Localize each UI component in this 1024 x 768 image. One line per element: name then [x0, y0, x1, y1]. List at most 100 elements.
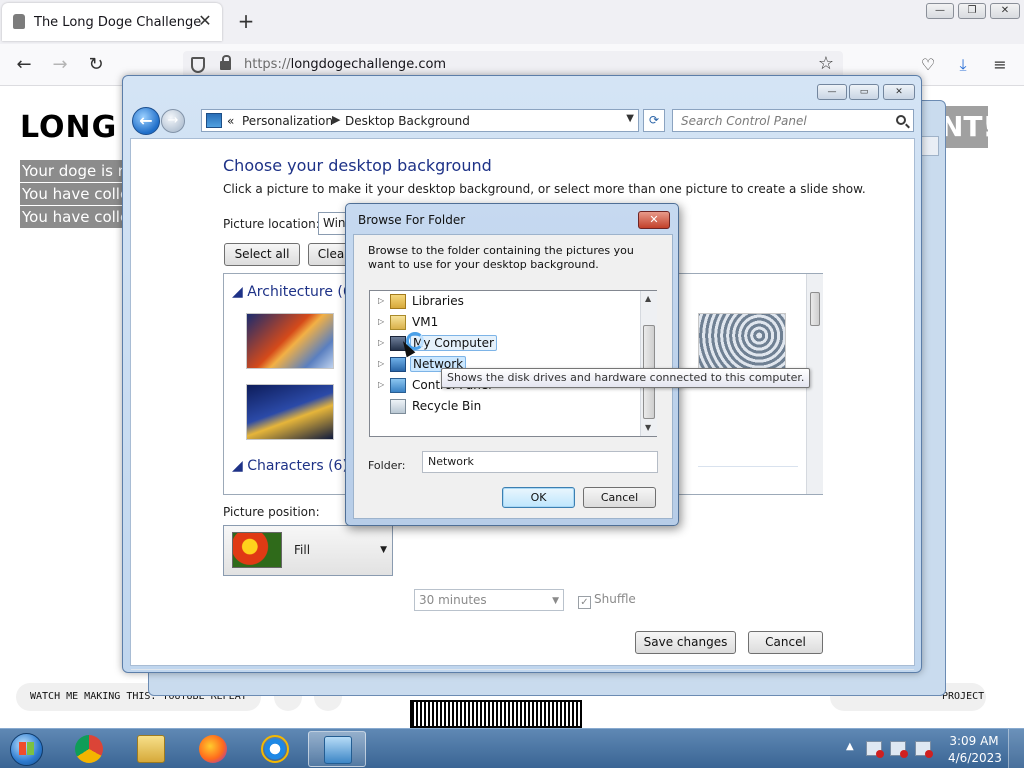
- thumbnail-architecture-2[interactable]: [246, 384, 334, 440]
- cp-cancel-button[interactable]: Cancel: [748, 631, 823, 654]
- action-center-icon[interactable]: [866, 741, 884, 758]
- cp-minimize-button[interactable]: —: [817, 84, 847, 100]
- background-window-search-icon: [919, 136, 939, 156]
- picture-list-scroll-thumb[interactable]: [810, 292, 820, 326]
- expand-arrow-icon[interactable]: ▷: [378, 296, 384, 305]
- group-architecture-expand-icon[interactable]: ◢: [232, 284, 247, 300]
- chevron-down-icon: ▼: [380, 545, 387, 555]
- cp-maximize-button[interactable]: ▭: [849, 84, 879, 100]
- breadcrumb-separator-icon[interactable]: ▶: [332, 113, 340, 126]
- group-characters-label: Characters (6): [247, 458, 348, 474]
- dialog-close-button[interactable]: ✕: [638, 211, 670, 229]
- tree-item-label: Libraries: [412, 294, 464, 308]
- expand-arrow-icon[interactable]: ▷: [378, 359, 384, 368]
- fill-preview-icon: [232, 532, 282, 568]
- breadcrumb-prefix[interactable]: «: [227, 114, 234, 128]
- taskbar-firefox[interactable]: [184, 731, 242, 767]
- picture-position-label: Picture position:: [223, 505, 320, 519]
- reload-button[interactable]: ↻: [84, 53, 108, 77]
- tree-item-label: VM1: [412, 315, 439, 329]
- tray-overflow-icon[interactable]: ▲: [846, 741, 854, 752]
- page-title: Choose your desktop background: [223, 156, 492, 175]
- browser-close-button[interactable]: ✕: [990, 3, 1020, 19]
- chevron-down-icon: ▼: [552, 596, 559, 606]
- new-tab-button[interactable]: +: [235, 10, 257, 32]
- control-panel-icon: [390, 378, 406, 393]
- thumbnail-architecture-1[interactable]: [246, 313, 334, 369]
- expand-arrow-icon[interactable]: ▷: [378, 338, 384, 347]
- breadcrumb-personalization[interactable]: Personalization: [242, 114, 333, 128]
- browser-restore-button[interactable]: ❐: [958, 3, 986, 19]
- folder-tree[interactable]: ▷ Libraries ▷ VM1 ▷ My Computer ▷ Networ…: [369, 290, 657, 437]
- volume-icon[interactable]: [915, 741, 933, 758]
- cp-address-bar[interactable]: « Personalization ▶ Desktop Background ▼: [201, 109, 639, 132]
- cp-close-button[interactable]: ✕: [883, 84, 915, 100]
- change-interval-select[interactable]: 30 minutes ▼: [414, 589, 564, 611]
- folder-tree-scrollbar[interactable]: ▲ ▼: [640, 291, 657, 436]
- pocket-icon[interactable]: ♡: [916, 53, 940, 77]
- libraries-icon: [390, 294, 406, 309]
- url-text[interactable]: https://longdogechallenge.com: [244, 57, 446, 72]
- address-dropdown-icon[interactable]: ▼: [626, 113, 634, 124]
- start-button[interactable]: [4, 730, 48, 768]
- tooltip: Shows the disk drives and hardware conne…: [441, 368, 811, 388]
- expand-arrow-icon[interactable]: ▷: [378, 317, 384, 326]
- clock-date[interactable]: 4/6/2023: [948, 751, 1002, 765]
- group-characters-expand-icon[interactable]: ◢: [232, 458, 247, 474]
- network-tray-icon[interactable]: [890, 741, 908, 758]
- footer-divider: [131, 669, 914, 670]
- menu-icon[interactable]: ≡: [988, 53, 1012, 77]
- cp-refresh-button[interactable]: ⟳: [643, 109, 665, 132]
- checkbox-check-icon[interactable]: ✓: [578, 596, 591, 609]
- downloads-icon[interactable]: ⤓: [951, 53, 975, 77]
- group-architecture[interactable]: ◢ Architecture (6): [232, 284, 357, 300]
- lock-icon[interactable]: [220, 55, 231, 70]
- page-line-collected-1: You have colle: [20, 183, 124, 205]
- folder-input[interactable]: Network: [422, 451, 658, 473]
- tracking-shield-icon[interactable]: [191, 57, 205, 73]
- scroll-down-icon[interactable]: ▼: [645, 423, 651, 432]
- cp-search-box[interactable]: Search Control Panel: [672, 109, 914, 132]
- back-button[interactable]: ←: [12, 53, 36, 77]
- tab-close-icon[interactable]: ✕: [196, 11, 214, 31]
- windows-logo-icon: [19, 742, 34, 755]
- firefox-icon: [199, 735, 227, 763]
- taskbar-internet-explorer[interactable]: [246, 731, 304, 767]
- tree-item-recycle-bin[interactable]: Recycle Bin: [370, 397, 638, 417]
- browser-tab[interactable]: The Long Doge Challenge ✕: [2, 3, 222, 41]
- shuffle-label: Shuffle: [594, 592, 636, 606]
- taskbar-file-explorer[interactable]: [122, 731, 180, 767]
- save-changes-button[interactable]: Save changes: [635, 631, 736, 654]
- shuffle-checkbox[interactable]: ✓ Shuffle: [578, 592, 636, 609]
- forward-button[interactable]: →: [48, 53, 72, 77]
- page-line-collected-2: You have colle: [20, 206, 124, 228]
- taskbar-chrome[interactable]: [60, 731, 118, 767]
- dialog-cancel-button[interactable]: Cancel: [583, 487, 656, 508]
- expand-arrow-icon[interactable]: ▷: [378, 380, 384, 389]
- clock-time[interactable]: 3:09 AM: [948, 734, 1000, 748]
- cp-forward-button[interactable]: →: [161, 109, 185, 133]
- scroll-up-icon[interactable]: ▲: [645, 294, 651, 303]
- network-icon: [390, 357, 406, 372]
- group-characters[interactable]: ◢ Characters (6): [232, 458, 348, 474]
- ok-button[interactable]: OK: [502, 487, 575, 508]
- cp-back-button[interactable]: ←: [132, 107, 160, 135]
- browser-minimize-button[interactable]: —: [926, 3, 954, 19]
- page-subtitle: Click a picture to make it your desktop …: [223, 182, 866, 196]
- picture-position-select[interactable]: Fill ▼: [223, 525, 393, 576]
- breadcrumb-desktop-background[interactable]: Desktop Background: [345, 114, 470, 128]
- tab-title: The Long Doge Challenge: [34, 15, 202, 30]
- thumbnail-architecture-3[interactable]: [698, 313, 786, 369]
- taskbar-control-panel[interactable]: [308, 731, 366, 767]
- page-heading: LONG: [20, 110, 118, 145]
- chrome-icon: [75, 735, 103, 763]
- bookmark-star-icon[interactable]: ☆: [815, 53, 837, 77]
- error-badge-icon: [925, 750, 933, 758]
- explorer-icon: [137, 735, 165, 763]
- group-divider: [698, 466, 798, 467]
- show-desktop-button[interactable]: [1008, 729, 1024, 768]
- select-all-button[interactable]: Select all: [224, 243, 300, 266]
- search-icon[interactable]: [896, 115, 906, 125]
- tree-item-vm1[interactable]: ▷ VM1: [370, 313, 638, 333]
- tree-item-libraries[interactable]: ▷ Libraries: [370, 292, 638, 312]
